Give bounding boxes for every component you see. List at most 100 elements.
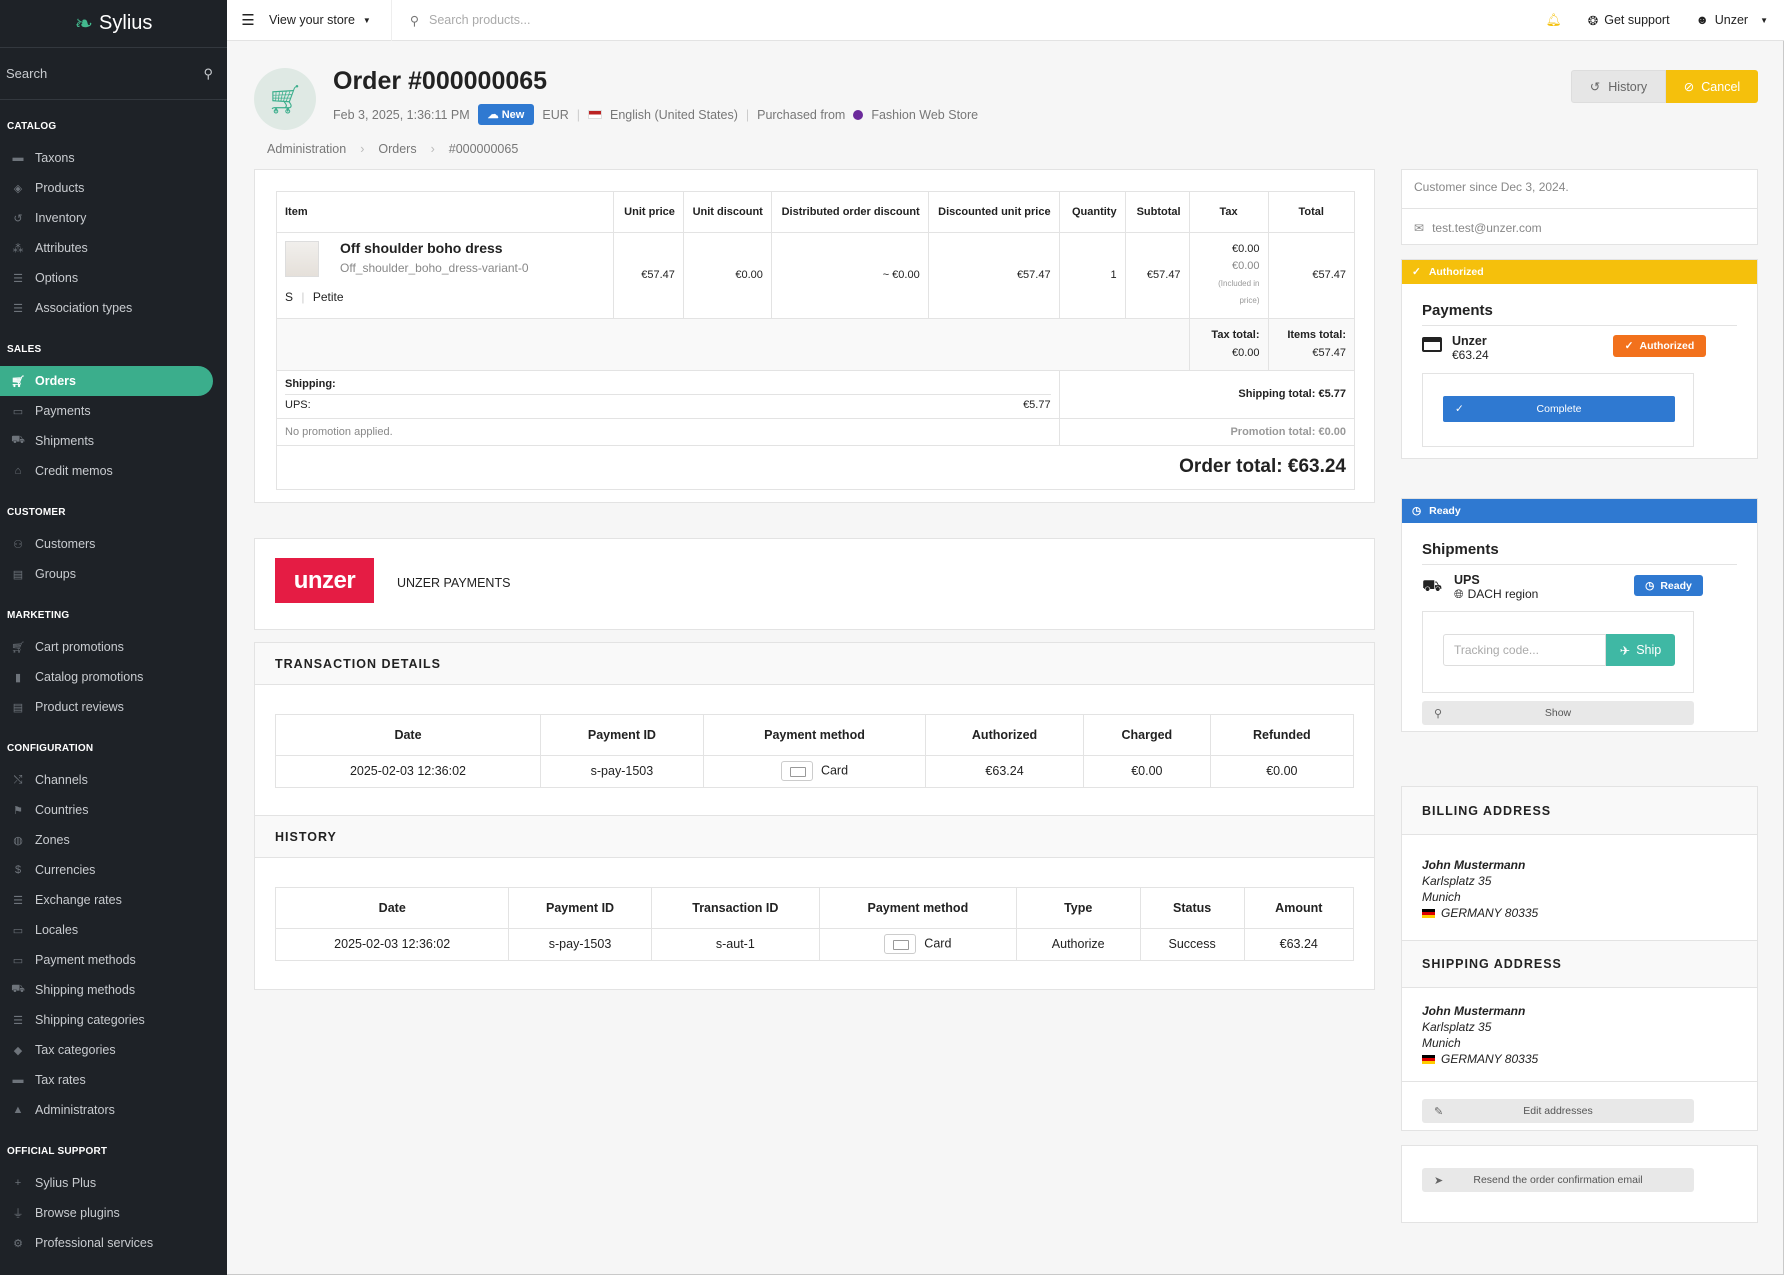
complete-payment-button[interactable]: ✓ Complete: [1443, 396, 1675, 422]
sidebar-item-sylius-plus[interactable]: + Sylius Plus: [0, 1168, 213, 1198]
items-header-row: Item Unit price Unit discount Distribute…: [277, 192, 1354, 233]
sidebar-item-exchange-rates[interactable]: ☰ Exchange rates: [0, 885, 213, 915]
sidebar-item-payment-methods[interactable]: ▭ Payment methods: [0, 945, 213, 975]
sidebar-section-title: CATALOG: [7, 121, 57, 132]
sidebar-item-label: Catalog promotions: [35, 670, 144, 684]
shipping-method: UPS:: [285, 398, 311, 411]
history-icon: ↺: [13, 212, 23, 225]
sidebar-item-customers[interactable]: ⚇ Customers: [0, 529, 213, 559]
discounted-unit-price-value: €57.47: [928, 232, 1060, 319]
sidebar-item-shipping-categories[interactable]: ☰ Shipping categories: [0, 1005, 213, 1035]
breadcrumb-administration[interactable]: Administration: [267, 142, 346, 156]
view-store-dropdown[interactable]: View your store ▼: [269, 0, 392, 41]
ship-button[interactable]: ✈ Ship: [1606, 634, 1675, 666]
cube-icon: ◈: [13, 182, 23, 195]
col-quantity: Quantity: [1059, 192, 1126, 233]
dollar-icon: $: [14, 864, 22, 876]
sidebar-item-taxons[interactable]: ▬ Taxons: [0, 143, 213, 173]
user-menu[interactable]: ☻ Unzer ▼: [1696, 13, 1768, 27]
shipments-title: Shipments: [1422, 541, 1737, 565]
sidebar-item-label: Groups: [35, 567, 76, 581]
sidebar-section-title: OFFICIAL SUPPORT: [7, 1146, 108, 1157]
sidebar-item-payments[interactable]: ▭ Payments: [0, 396, 213, 426]
globe-icon: 🌐︎: [1454, 587, 1464, 601]
chevron-right-icon: ›: [430, 142, 435, 156]
sidebar-item-products[interactable]: ◈ Products: [0, 173, 213, 203]
cancel-button[interactable]: ⊘ Cancel: [1666, 70, 1758, 103]
transaction-details-title: TRANSACTION DETAILS: [255, 643, 1374, 685]
sidebar-item-tax-rates[interactable]: ▬ Tax rates: [0, 1065, 213, 1095]
sidebar-item-shipments[interactable]: ⛟ Shipments: [0, 426, 213, 456]
users-icon: ⚇: [13, 538, 23, 551]
sidebar-item-browse-plugins[interactable]: ⏚ Browse plugins: [0, 1198, 213, 1228]
sidebar-item-label: Tax categories: [35, 1043, 116, 1057]
shipment-method: UPS: [1454, 573, 1480, 587]
sidebar-item-channels[interactable]: ⤭ Channels: [0, 765, 213, 795]
sidebar-item-credit-memos[interactable]: ⌂ Credit memos: [0, 456, 213, 486]
product-search-input[interactable]: Search products...: [429, 13, 530, 27]
order-total: Order total: €63.24: [1179, 456, 1346, 478]
inbox-icon: ⌂: [14, 465, 22, 477]
billing-address-title: BILLING ADDRESS: [1402, 787, 1757, 835]
customer-card: Customer since Dec 3, 2024. ✉ test.test@…: [1401, 169, 1758, 245]
sidebar-item-product-reviews[interactable]: ▤ Product reviews: [0, 692, 213, 722]
sidebar-item-groups[interactable]: ▤ Groups: [0, 559, 213, 589]
shipment-status-bar: ◷ Ready: [1402, 499, 1757, 523]
tracking-code-input[interactable]: Tracking code...: [1443, 634, 1606, 666]
payment-status-bar: ✓ Authorized: [1402, 260, 1757, 284]
sidebar-item-professional-services[interactable]: ⚙ Professional services: [0, 1228, 213, 1258]
sidebar-item-locales[interactable]: ▭ Locales: [0, 915, 213, 945]
resend-confirmation-email-button[interactable]: ➤ Resend the order confirmation email: [1422, 1168, 1694, 1192]
sidebar-item-tax-categories[interactable]: ◆ Tax categories: [0, 1035, 213, 1065]
sidebar-item-shipping-methods[interactable]: ⛟ Shipping methods: [0, 975, 213, 1005]
menu-toggle-icon[interactable]: ☰: [227, 11, 269, 29]
sidebar-item-attributes[interactable]: ⁂ Attributes: [0, 233, 213, 263]
sidebar-item-cart-promotions[interactable]: 🛒︎ Cart promotions: [0, 632, 213, 662]
sidebar-item-currencies[interactable]: $ Currencies: [0, 855, 213, 885]
breadcrumb-orders[interactable]: Orders: [378, 142, 416, 156]
sidebar-item-zones[interactable]: ◍ Zones: [0, 825, 213, 855]
sylius-logo[interactable]: ❧ Sylius: [0, 0, 227, 48]
get-support-link[interactable]: ❂ Get support: [1588, 13, 1670, 28]
product-variant-code: Off_shoulder_boho_dress-variant-0: [340, 260, 529, 275]
history-button[interactable]: ↺ History: [1571, 70, 1666, 103]
sidebar-item-orders[interactable]: 🛒︎ Orders: [0, 366, 213, 396]
sliders-icon: ☰: [13, 894, 23, 907]
sidebar-item-label: Locales: [35, 923, 79, 937]
payments-card: ✓ Authorized Payments Unzer €63.24 ✓ Aut…: [1401, 259, 1758, 459]
sidebar-item-label: Channels: [35, 773, 88, 787]
order-channel: Fashion Web Store: [871, 107, 979, 122]
payment-icon: ▭: [12, 405, 24, 418]
credit-card-icon: [780, 761, 813, 782]
product-search[interactable]: ⚲ Search products...: [392, 13, 1546, 28]
sidebar-item-administrators[interactable]: ▲ Administrators: [0, 1095, 213, 1125]
list-icon: ☰: [13, 1014, 23, 1027]
col-subtotal: Subtotal: [1125, 192, 1190, 233]
table-row: 2025-02-03 12:36:02 s-pay-1503 s-aut-1 C…: [276, 928, 1353, 960]
history-title: HISTORY: [255, 816, 1374, 858]
sidebar-item-options[interactable]: ☰ Options: [0, 263, 213, 293]
sidebar-item-inventory[interactable]: ↺ Inventory: [0, 203, 213, 233]
totals-row: Tax total: €0.00 Items total: €57.47: [277, 318, 1354, 371]
product-name[interactable]: Off shoulder boho dress: [340, 240, 503, 256]
edit-addresses-button[interactable]: ✎ Edit addresses: [1422, 1099, 1694, 1123]
total-value: €57.47: [1268, 232, 1354, 319]
newspaper-icon: ▤: [12, 701, 24, 714]
list-icon: ☰: [13, 302, 23, 315]
sidebar-search[interactable]: Search ⚲: [0, 48, 227, 100]
product-thumbnail[interactable]: [285, 240, 319, 277]
addresses-card: BILLING ADDRESS John Mustermann Karlspla…: [1401, 786, 1758, 1131]
bell-icon[interactable]: 🔔︎: [1546, 13, 1562, 28]
germany-flag-icon: [1422, 1055, 1435, 1065]
sidebar-item-countries[interactable]: ⚑ Countries: [0, 795, 213, 825]
sidebar-item-catalog-promotions[interactable]: ▮ Catalog promotions: [0, 662, 213, 692]
payment-action-box: ✓ Complete: [1422, 373, 1694, 447]
globe-icon: ◍: [13, 834, 23, 847]
sidebar-item-association-types[interactable]: ☰ Association types: [0, 293, 213, 323]
sidebar-item-label: Shipping methods: [35, 983, 136, 997]
item-cell: Off shoulder boho dress Off_shoulder_boh…: [277, 232, 614, 319]
customer-email-link[interactable]: ✉ test.test@unzer.com: [1414, 221, 1542, 235]
caret-down-icon: ▼: [362, 15, 371, 25]
tax-total: Tax total: €0.00: [1189, 318, 1269, 371]
show-shipment-button[interactable]: ⚲ Show: [1422, 701, 1694, 725]
